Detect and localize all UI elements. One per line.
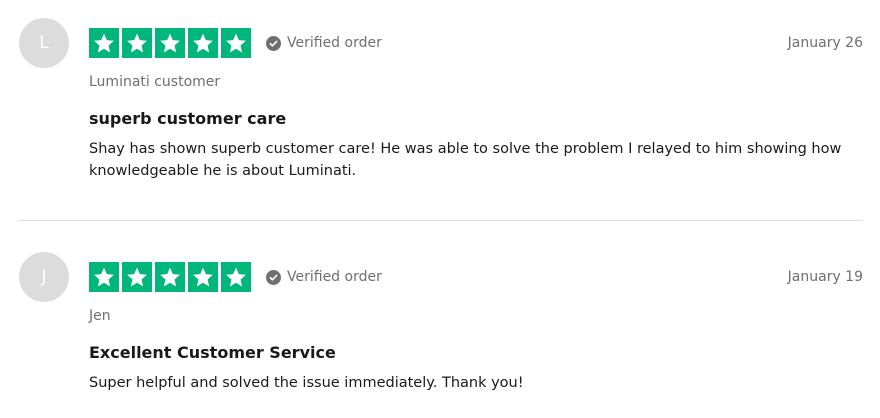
- check-circle-icon: [266, 35, 281, 51]
- star-icon: [122, 262, 152, 292]
- star-icon: [188, 262, 218, 292]
- star-icon: [221, 262, 251, 292]
- review-body: Super helpful and solved the issue immed…: [89, 375, 524, 391]
- star-icon: [89, 28, 119, 58]
- verified-badge[interactable]: Verified order: [266, 267, 382, 287]
- star-rating: [89, 28, 251, 58]
- divider: [19, 220, 863, 221]
- avatar[interactable]: J: [19, 252, 69, 302]
- star-icon: [155, 262, 185, 292]
- star-icon: [221, 28, 251, 58]
- review-body: Shay has shown superb customer care! He …: [89, 141, 842, 179]
- review-date: January 26: [787, 35, 863, 51]
- avatar[interactable]: L: [19, 18, 69, 68]
- verified-label: Verified order: [287, 35, 382, 51]
- reviewer-name[interactable]: Jen: [89, 306, 111, 326]
- reviewer-name[interactable]: Luminati customer: [89, 72, 220, 92]
- star-icon: [155, 28, 185, 58]
- check-circle-icon: [266, 269, 281, 285]
- review-date: January 19: [787, 269, 863, 285]
- star-icon: [89, 262, 119, 292]
- verified-label: Verified order: [287, 269, 382, 285]
- star-icon: [188, 28, 218, 58]
- star-icon: [122, 28, 152, 58]
- review-title[interactable]: Excellent Customer Service: [89, 341, 336, 365]
- verified-badge[interactable]: Verified order: [266, 33, 382, 53]
- star-rating: [89, 262, 251, 292]
- review-title[interactable]: superb customer care: [89, 107, 286, 131]
